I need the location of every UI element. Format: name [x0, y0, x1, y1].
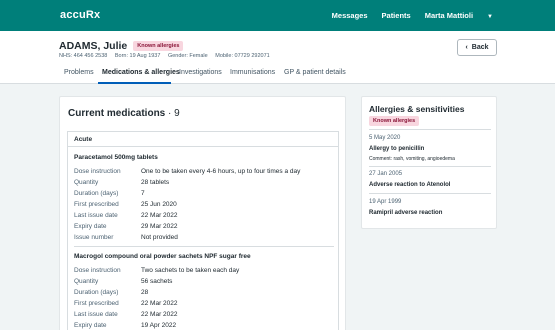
medication-group: Acute Paracetamol 500mg tablets Dose ins… [67, 131, 339, 330]
row-value: Not provided [141, 234, 178, 241]
row-value: 22 Mar 2022 [141, 300, 178, 307]
brand-logo[interactable]: accuRx [60, 9, 100, 21]
row-label: Last issue date [74, 311, 118, 318]
tab-gp-patient-details[interactable]: GP & patient details [284, 69, 346, 76]
divider [369, 129, 491, 130]
patient-name: ADAMS, Julie [59, 40, 128, 52]
user-menu[interactable]: Marta Mattioli ▼ [425, 11, 493, 20]
row-value: 28 [141, 289, 149, 296]
user-name: Marta Mattioli [424, 11, 474, 20]
row-value: 22 Mar 2022 [141, 311, 178, 318]
patient-demographics: NHS: 464 456 2538 Born: 19 Aug 1937 Gend… [59, 53, 276, 59]
tab-immunisations[interactable]: Immunisations [230, 69, 275, 76]
nav-patients[interactable]: Patients [382, 11, 411, 20]
medication-item: Paracetamol 500mg tablets Dose instructi… [74, 154, 334, 241]
medications-count: · 9 [168, 108, 180, 119]
medications-heading: Current medications [68, 108, 166, 119]
medication-name: Paracetamol 500mg tablets [74, 154, 158, 161]
medication-row: Dose instruction Two sachets to be taken … [74, 267, 239, 274]
mobile: Mobile: 07729 292071 [215, 53, 270, 59]
allergy-name: Adverse reaction to Atenolol [369, 182, 451, 188]
medication-row: Duration (days) 7 [74, 190, 145, 197]
allergies-panel: Allergies & sensitivities Known allergie… [361, 96, 497, 229]
row-label: First prescribed [74, 300, 119, 307]
medication-row: Quantity 28 tablets [74, 179, 169, 186]
medication-row: Quantity 56 sachets [74, 278, 172, 285]
allergy-date: 27 Jan 2005 [369, 171, 403, 177]
allergy-date: 5 May 2020 [369, 135, 401, 141]
back-button[interactable]: ‹ Back [457, 39, 497, 56]
allergies-title: Allergies & sensitivities [369, 104, 465, 114]
top-nav: Messages Patients Marta Mattioli ▼ [318, 11, 493, 20]
row-value: One to be taken every 4-6 hours, up to f… [141, 168, 301, 175]
medication-row: Expiry date 19 Apr 2022 [74, 322, 176, 329]
medication-row: Duration (days) 28 [74, 289, 148, 296]
allergy-name: Allergy to penicillin [369, 146, 425, 152]
medications-title: Current medications · 9 [68, 108, 180, 119]
medication-row: Last issue date 22 Mar 2022 [74, 311, 178, 318]
tab-bar: Problems Medications & allergies Investi… [0, 64, 555, 84]
tab-investigations[interactable]: Investigations [179, 69, 222, 76]
row-label: Quantity [74, 179, 99, 186]
row-value: 29 Mar 2022 [141, 223, 178, 230]
divider [74, 246, 334, 247]
tab-medications-allergies[interactable]: Medications & allergies [102, 69, 180, 76]
medication-row: Expiry date 29 Mar 2022 [74, 223, 178, 230]
row-label: Issue number [74, 234, 114, 241]
row-label: First prescribed [74, 201, 119, 208]
allergy-comment: Comment: rash, vomiting, angioedema [369, 156, 455, 162]
row-label: Dose instruction [74, 267, 121, 274]
row-label: Duration (days) [74, 289, 119, 296]
row-value: Two sachets to be taken each day [141, 267, 240, 274]
medication-row: Issue number Not provided [74, 234, 178, 241]
group-heading: Acute [68, 132, 338, 147]
row-value: 25 Jun 2020 [141, 201, 177, 208]
chevron-left-icon: ‹ [465, 44, 468, 51]
row-label: Quantity [74, 278, 99, 285]
row-value: 28 tablets [141, 179, 170, 186]
medication-row: First prescribed 22 Mar 2022 [74, 300, 178, 307]
divider [369, 193, 491, 194]
chevron-down-icon: ▼ [487, 14, 493, 20]
known-allergies-badge: Known allergies [369, 116, 420, 126]
gender: Gender: Female [167, 53, 208, 59]
row-label: Expiry date [74, 322, 107, 329]
medication-item: Macrogol compound oral powder sachets NP… [74, 253, 334, 329]
allergy-date: 19 Apr 1999 [369, 199, 402, 205]
row-label: Expiry date [74, 223, 107, 230]
known-allergies-badge: Known allergies [133, 41, 184, 51]
medication-name: Macrogol compound oral powder sachets NP… [74, 253, 251, 260]
row-value: 19 Apr 2022 [141, 322, 177, 329]
back-label: Back [471, 44, 489, 51]
top-navbar: accuRx Messages Patients Marta Mattioli ▼ [0, 0, 555, 31]
patient-header: ADAMS, Julie Known allergies [59, 40, 184, 52]
nhs-number: NHS: 464 456 2538 [59, 53, 108, 59]
nav-messages[interactable]: Messages [332, 11, 368, 20]
tab-problems[interactable]: Problems [64, 69, 94, 76]
medication-row: Last issue date 22 Mar 2022 [74, 212, 178, 219]
row-value: 56 sachets [141, 278, 173, 285]
date-of-birth: Born: 19 Aug 1937 [114, 53, 161, 59]
row-label: Last issue date [74, 212, 118, 219]
allergy-name: Ramipril adverse reaction [369, 210, 443, 216]
divider [369, 166, 491, 167]
row-value: 7 [141, 190, 145, 197]
medication-row: First prescribed 25 Jun 2020 [74, 201, 177, 208]
active-tab-indicator [98, 82, 171, 84]
row-value: 22 Mar 2022 [141, 212, 178, 219]
medication-row: Dose instruction One to be taken every 4-… [74, 168, 300, 175]
row-label: Dose instruction [74, 168, 121, 175]
row-label: Duration (days) [74, 190, 119, 197]
medications-panel: Current medications · 9 Acute Paracetamo… [59, 96, 346, 330]
